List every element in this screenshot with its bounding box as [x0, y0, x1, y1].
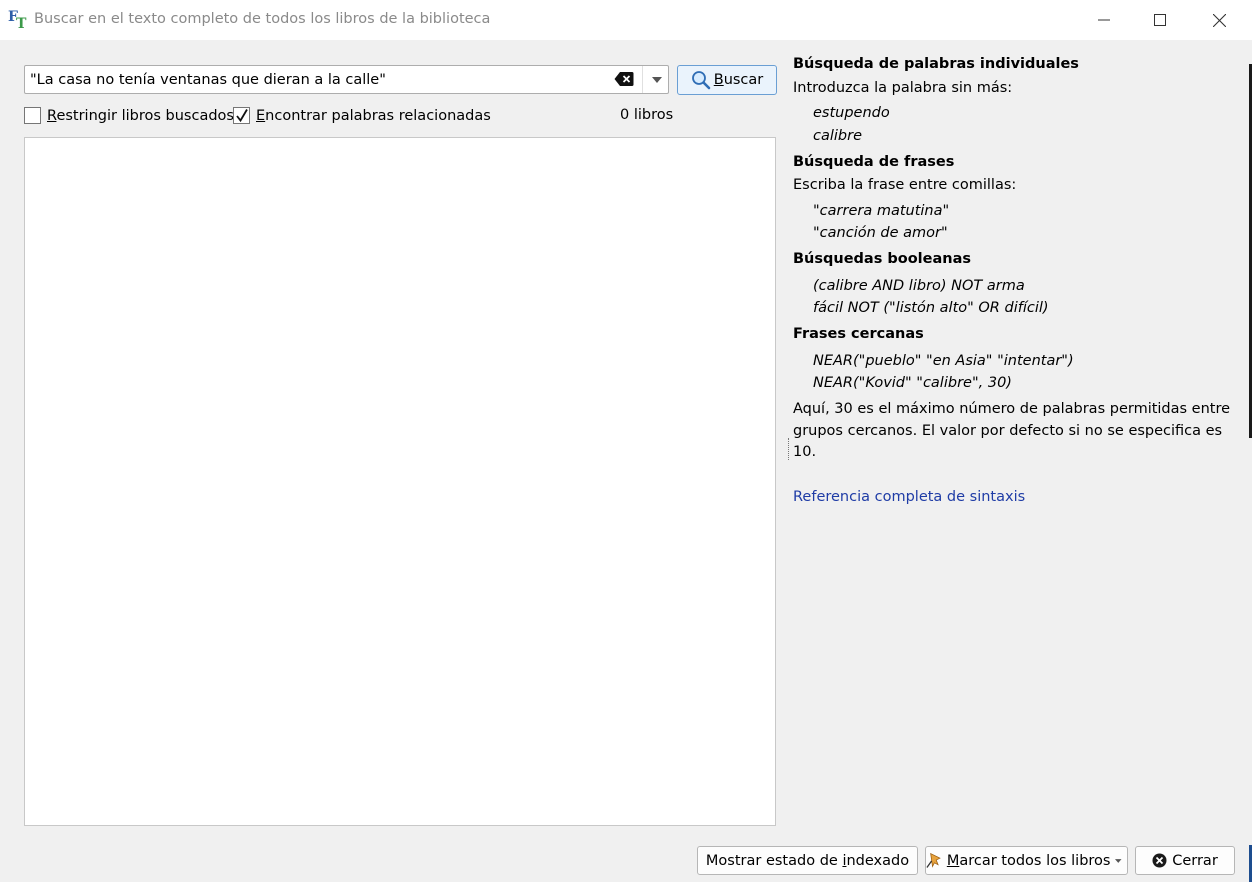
mark-all-books-button[interactable]: Marcar todos los libros	[925, 846, 1128, 875]
help-note: Aquí, 30 es el máximo número de palabras…	[793, 401, 1231, 460]
check-icon	[236, 109, 248, 123]
help-heading: Frases cercanas	[793, 326, 924, 342]
checkbox-checked[interactable]	[233, 107, 250, 124]
clear-search-icon[interactable]	[614, 71, 634, 89]
divider	[642, 66, 643, 93]
syntax-reference-link[interactable]: Referencia completa de sintaxis	[793, 489, 1025, 505]
related-words-label: Encontrar palabras relacionadas	[256, 107, 491, 124]
mark-all-books-label: Marcar todos los libros	[946, 852, 1111, 869]
help-heading: Búsqueda de palabras individuales	[793, 56, 1079, 72]
chevron-down-icon	[1115, 858, 1122, 863]
show-index-status-button[interactable]: Mostrar estado de indexado	[697, 846, 918, 875]
pin-icon	[926, 852, 941, 868]
window-title: Buscar en el texto completo de todos los…	[34, 11, 491, 27]
help-example: NEAR("Kovid" "calibre", 30)	[813, 375, 1012, 391]
search-input[interactable]	[30, 69, 605, 90]
help-example: NEAR("pueblo" "en Asia" "intentar")	[813, 353, 1074, 369]
checkbox-unchecked[interactable]	[24, 107, 41, 124]
results-count: 0 libros	[620, 107, 674, 123]
close-button-label: Cerrar	[1172, 852, 1218, 869]
maximize-icon[interactable]	[1131, 0, 1189, 40]
title-bar: FT Buscar en el texto completo de todos …	[0, 0, 1252, 40]
app-icon: FT	[8, 9, 27, 32]
results-list[interactable]	[24, 137, 776, 826]
help-example: "carrera matutina"	[813, 203, 950, 219]
close-icon[interactable]	[1190, 0, 1248, 40]
help-heading: Búsqueda de frases	[793, 154, 955, 170]
help-example: estupendo	[813, 105, 890, 121]
help-example: fácil NOT ("listón alto" OR difícil)	[813, 300, 1049, 316]
help-heading: Búsquedas booleanas	[793, 251, 972, 267]
search-button[interactable]: Buscar	[677, 65, 777, 95]
search-button-label: Buscar	[713, 72, 764, 88]
splitter-handle[interactable]	[788, 438, 790, 460]
help-example: (calibre AND libro) NOT arma	[813, 278, 1025, 294]
history-dropdown-icon[interactable]	[644, 66, 669, 93]
help-example: "canción de amor"	[813, 225, 948, 241]
help-example: calibre	[813, 128, 863, 144]
show-index-status-label: Mostrar estado de indexado	[705, 852, 910, 869]
restrict-books-label: Restringir libros buscados	[47, 107, 234, 124]
magnifier-icon	[691, 71, 711, 90]
related-words-checkbox[interactable]: Encontrar palabras relacionadas	[233, 107, 491, 124]
help-text: Introduzca la palabra sin más:	[793, 80, 1013, 96]
minimize-icon[interactable]	[1075, 0, 1133, 40]
help-text: Escriba la frase entre comillas:	[793, 177, 1017, 193]
close-button[interactable]: Cerrar	[1135, 846, 1235, 875]
close-circle-icon	[1152, 853, 1167, 868]
restrict-books-checkbox[interactable]: Restringir libros buscados	[24, 107, 234, 124]
search-combobox[interactable]	[24, 65, 669, 94]
